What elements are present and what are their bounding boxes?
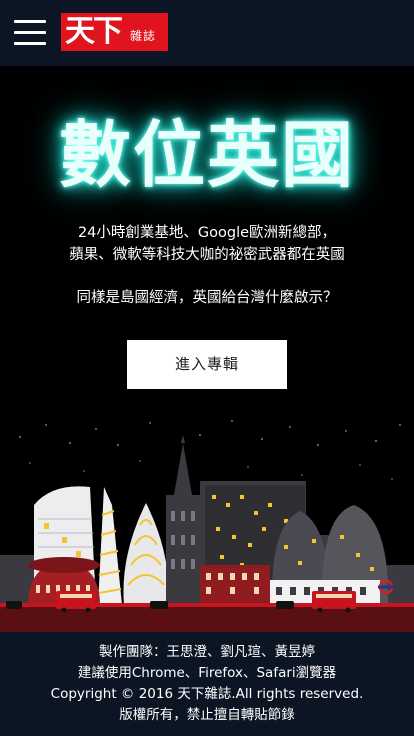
footer-credits: 製作團隊：王思澄、劉凡瑄、黃昱婷: [99, 644, 315, 660]
enter-feature-button[interactable]: 進入專輯: [127, 340, 287, 389]
red-brick-building: [200, 565, 270, 607]
shard-tower: [98, 487, 122, 605]
black-cab-1: [150, 601, 168, 609]
hero-description-line-2: 蘋果、微軟等科技大咖的祕密武器都在英國: [69, 247, 345, 263]
top-bar: 天下 雜誌: [0, 0, 414, 66]
site-logo[interactable]: 天下 雜誌: [61, 13, 168, 51]
black-cab-2: [276, 601, 294, 609]
night-stars: [19, 420, 401, 480]
gothic-tower: [166, 435, 200, 605]
logo-subtitle: 雜誌: [130, 29, 157, 43]
gherkin-building: [123, 503, 169, 605]
logo-mark: 天下: [65, 14, 123, 49]
hero-question: 同樣是島國經濟，英國給台灣什麼啟示？: [76, 290, 338, 306]
page-footer: 製作團隊：王思澄、劉凡瑄、黃昱婷 建議使用Chrome、Firefox、Safa…: [0, 632, 414, 736]
hero-title: 數位英國: [58, 113, 355, 197]
hamburger-menu-icon[interactable]: [14, 20, 46, 46]
footer-browser-note: 建議使用Chrome、Firefox、Safari瀏覽器: [77, 665, 337, 681]
black-cab-3: [6, 601, 22, 609]
hero-description-line-1: 24小時創業基地、Google歐洲新總部，: [77, 225, 337, 241]
footer-copyright: Copyright © 2016 天下雜誌.All rights reserve…: [50, 686, 364, 702]
london-skyline-illustration: [0, 420, 414, 635]
footer-rights: 版權所有，禁止擅自轉貼節錄: [119, 707, 295, 723]
